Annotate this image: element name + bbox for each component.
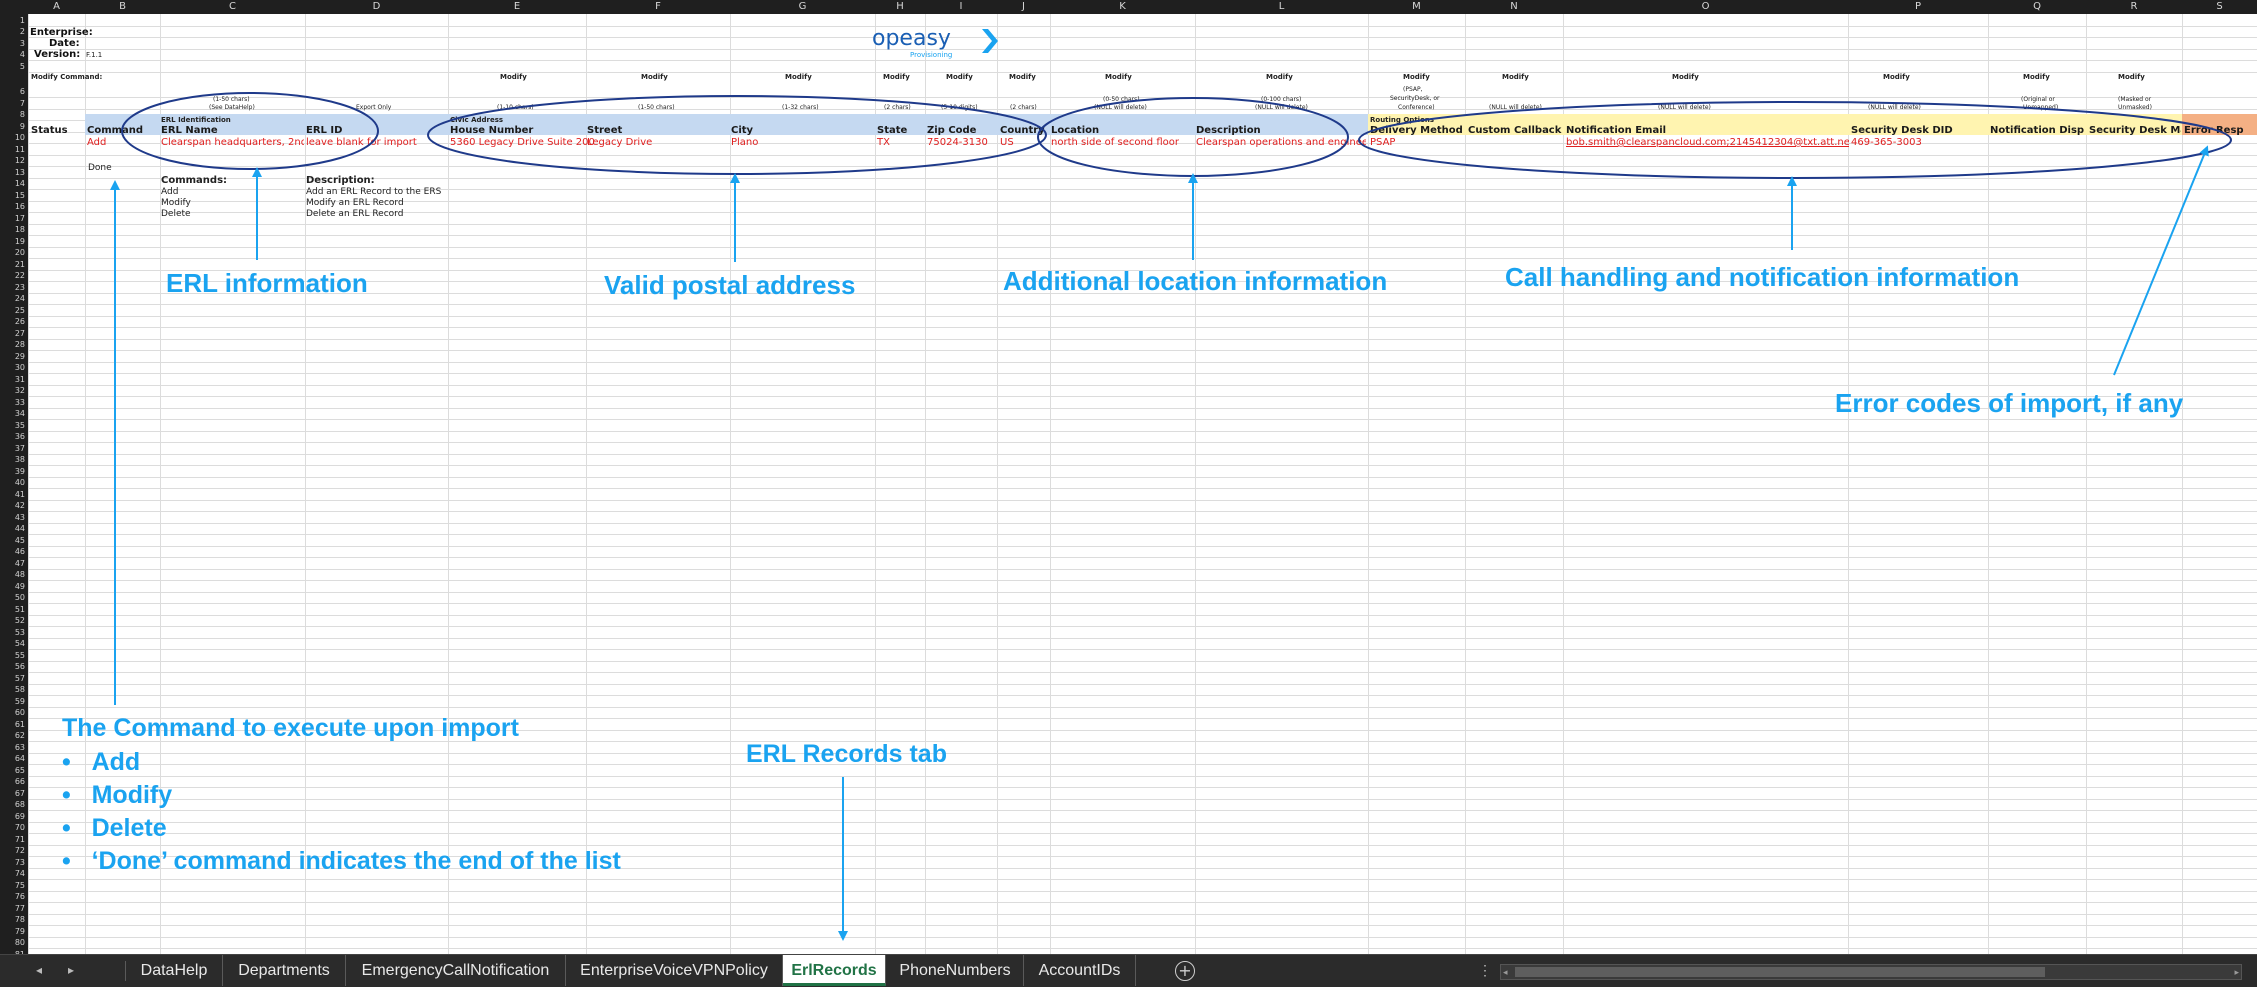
annotation-erl-information: ERL information [166,268,368,298]
annotation-tab: ERL Records tab [746,740,947,768]
tab-erlrecords[interactable]: ErlRecords [783,955,886,986]
bullet-delete: • Delete [62,814,167,842]
bullet-done-text: ‘Done’ command indicates the end of the … [91,847,621,875]
annotation-command-title: The Command to execute upon import [62,714,519,742]
oval-postal-address [427,95,1047,175]
bullet-delete-text: Delete [91,814,167,842]
sheet-tab-bar: ◂ ▸ DataHelp Departments EmergencyCallNo… [0,954,2257,987]
arrow-error-codes [2113,145,2209,376]
annotation-postal-address: Valid postal address [604,270,856,300]
annotation-location-info: Additional location information [1003,266,1388,296]
annotation-call-handling: Call handling and notification informati… [1505,262,2020,292]
bullet-add-text: Add [91,748,141,776]
annotation-command-bullets: • Add • Modify • Delete • ‘Done’ command… [62,748,621,880]
bullet-modify: • Modify [62,781,173,809]
tab-accountids[interactable]: AccountIDs [1024,955,1136,986]
more-options-icon[interactable]: ⋮ [1478,955,1492,986]
oval-erl-information [121,92,379,170]
add-sheet-button[interactable]: + [1175,961,1195,981]
annotation-error-codes: Error codes of import, if any [1835,388,2184,418]
bullet-modify-text: Modify [91,781,173,809]
tab-departments[interactable]: Departments [223,955,346,986]
bullet-done: • ‘Done’ command indicates the end of th… [62,847,621,875]
oval-location-info [1037,97,1349,177]
scrollbar-right-arrow-icon[interactable]: ▸ [2234,965,2239,979]
horizontal-scrollbar[interactable]: ◂ ▸ [1500,964,2242,980]
spreadsheet-grid[interactable]: ABCDEFGHIJKLMNOPQRS 1 2 3 4 5 6 7 8 9 10 11 12 13 14 1… [0,0,2257,954]
oval-call-handling [1358,101,2232,179]
tab-datahelp[interactable]: DataHelp [126,955,223,986]
scroll-tabs-right-icon[interactable]: ▸ [68,955,74,986]
tab-emergencycallnotification[interactable]: EmergencyCallNotification [346,955,566,986]
tab-phonenumbers[interactable]: PhoneNumbers [887,955,1024,986]
tab-enterprisevoicevpnpolicy[interactable]: EnterpriseVoiceVPNPolicy [566,955,783,986]
bullet-add: • Add [62,748,141,776]
scrollbar-left-arrow-icon[interactable]: ◂ [1503,965,1508,979]
scroll-tabs-left-icon[interactable]: ◂ [36,955,42,986]
scrollbar-thumb[interactable] [1515,967,2045,977]
